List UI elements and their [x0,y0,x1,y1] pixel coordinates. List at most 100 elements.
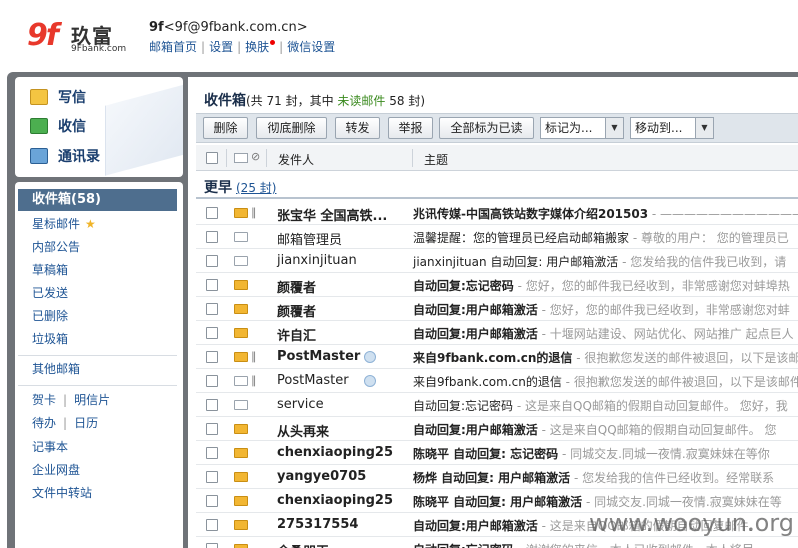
contacts-button[interactable]: 通讯录 [30,145,100,167]
row-subject[interactable]: 自动回复:用户邮箱激活 - 十堰网站建设、网站优化、网站推广 起点巨人 [413,325,794,342]
row-subject[interactable]: 陈晓平 自动回复: 用户邮箱激活 - 同城交友.同城一夜情.寂寞妹妹在等 [413,493,782,510]
row-sender: 颜覆者 [277,305,317,320]
row-checkbox[interactable] [206,447,218,459]
row-checkbox[interactable] [206,423,218,435]
unread-envelope-icon [234,448,248,458]
wechat-settings-link[interactable]: 微信设置 [287,40,335,54]
sidebar-item-spam[interactable]: 垃圾箱 [18,328,177,350]
column-divider [226,149,227,167]
attachment-icon: ∥ [251,350,257,363]
contacts-label: 通讯录 [58,149,100,165]
sidebar-row-todo: 待办 | 日历 [18,412,177,434]
sidebar-item-netdisk[interactable]: 企业网盘 [18,459,177,481]
mark-all-read-button[interactable]: 全部标为已读 [439,117,534,139]
receive-label: 收信 [58,119,86,135]
table-row[interactable]: 颜覆者 自动回复:忘记密码 - 您好，您的邮件我已经收到，非常感谢您对蚌埠热 [196,273,798,297]
sidebar-item-calendar[interactable]: 日历 [74,416,98,430]
row-subject[interactable]: 自动回复:用户邮箱激活 - 这是来自QQ邮箱的假期自动回复邮件。 您 [413,421,776,438]
table-row[interactable]: ∥ 张宝华 全国高铁... 兆讯传媒-中国高铁站数字媒体介绍201503 - ———… [196,201,798,225]
row-checkbox[interactable] [206,231,218,243]
mark-as-select[interactable]: 标记为... ▼ [540,117,624,139]
table-row[interactable]: 从头再来 自动回复:用户邮箱激活 - 这是来自QQ邮箱的假期自动回复邮件。 您 [196,417,798,441]
table-row[interactable]: ∥ PostMaster 来自9fbank.com.cn的退信 - 很抱歉您发送的邮… [196,369,798,393]
row-preview: - 尊敬的用户： 您的管理员已 [629,231,789,245]
table-row[interactable]: jianxinjituan jianxinjituan 自动回复: 用户邮箱激活 … [196,249,798,273]
row-subject[interactable]: 来自9fbank.com.cn的退信 - 很抱歉您发送的邮件被退回，以下是该邮件 [413,373,798,390]
row-subject[interactable]: 陈晓平 自动回复: 忘记密码 - 同城交友.同城一夜情.寂寞妹妹在等你 [413,445,770,462]
row-checkbox[interactable] [206,543,218,548]
table-row[interactable]: service 自动回复:忘记密码 - 这是来自QQ邮箱的假期自动回复邮件。 您好… [196,393,798,417]
row-checkbox[interactable] [206,495,218,507]
sidebar-item-drafts[interactable]: 草稿箱 [18,259,177,281]
delete-button[interactable]: 删除 [203,117,248,139]
chevron-down-icon: ▼ [695,118,713,138]
unread-envelope-icon [234,304,248,314]
row-subject[interactable]: 自动回复:忘记密码 - 谢谢您的来信，本人已收到邮件，本人将尽 [413,541,754,548]
report-button[interactable]: 举报 [388,117,433,139]
divider: | [201,40,206,54]
read-envelope-icon [234,232,248,242]
row-checkbox[interactable] [206,399,218,411]
sidebar-item-announcements[interactable]: 内部公告 [18,236,177,258]
read-envelope-icon [234,256,248,266]
table-row[interactable]: 颜覆者 自动回复:用户邮箱激活 - 您好，您的邮件我已经收到，非常感谢您对蚌 [196,297,798,321]
row-checkbox[interactable] [206,255,218,267]
group-divider [196,197,798,199]
sidebar-item-starred[interactable]: 星标邮件 ★ [18,213,177,235]
column-sender[interactable]: 发件人 [278,151,314,168]
row-subject[interactable]: 兆讯传媒-中国高铁站数字媒体介绍201503 - ———————————— 全面 [413,205,798,222]
move-to-select[interactable]: 移动到... ▼ [630,117,714,139]
attachment-icon: ∥ [251,374,257,387]
unread-link[interactable]: 未读邮件 [337,94,385,108]
table-row[interactable]: 许自汇 自动回复:用户邮箱激活 - 十堰网站建设、网站优化、网站推广 起点巨人 [196,321,798,345]
row-subject[interactable]: 杨烨 自动回复: 用户邮箱激活 - 您发给我的信件已经收到。经常联系 [413,469,774,486]
row-checkbox[interactable] [206,207,218,219]
settings-link[interactable]: 设置 [209,40,233,54]
row-subject-text: 杨烨 自动回复: 用户邮箱激活 [413,471,571,485]
envelope-decoration [105,84,183,176]
row-subject[interactable]: 温馨提醒：您的管理员已经启动邮箱搬家 - 尊敬的用户： 您的管理员已 [413,229,789,246]
sidebar-item-sent[interactable]: 已发送 [18,282,177,304]
sidebar-item-deleted[interactable]: 已删除 [18,305,177,327]
sidebar-item-postcard[interactable]: 明信片 [74,393,110,407]
sidebar-item-greeting-card[interactable]: 贺卡 [32,393,56,407]
row-subject-text: 来自9fbank.com.cn的退信 [413,351,573,365]
sidebar-item-inbox[interactable]: 收件箱(58) [18,189,177,211]
row-checkbox[interactable] [206,375,218,387]
purge-button[interactable]: 彻底删除 [256,117,327,139]
row-checkbox[interactable] [206,519,218,531]
row-sender: 颜覆者 [277,281,317,296]
table-row[interactable]: chenxiaoping25 陈晓平 自动回复: 忘记密码 - 同城交友.同城一夜… [196,441,798,465]
row-subject[interactable]: 自动回复:忘记密码 - 这是来自QQ邮箱的假期自动回复邮件。 您好，我 [413,397,788,414]
row-subject[interactable]: 自动回复:忘记密码 - 您好，您的邮件我已经收到，非常感谢您对蚌埠热 [413,277,790,294]
skin-link[interactable]: 换肤 [245,40,269,54]
column-subject[interactable]: 主题 [424,151,448,168]
sidebar-item-file-transfer[interactable]: 文件中转站 [18,482,177,504]
row-subject[interactable]: 自动回复:用户邮箱激活 - 您好，您的邮件我已经收到，非常感谢您对蚌 [413,301,790,318]
row-checkbox[interactable] [206,327,218,339]
table-row[interactable]: ∥ PostMaster 来自9fbank.com.cn的退信 - 很抱歉您发送的邮… [196,345,798,369]
table-row[interactable]: 邮箱管理员 温馨提醒：您的管理员已经启动邮箱搬家 - 尊敬的用户： 您的管理员已 [196,225,798,249]
row-sender: yangye0705 [277,469,367,484]
logo-domain: 9Fbank.com [71,44,127,54]
receive-button[interactable]: 收信 [30,115,86,137]
row-checkbox[interactable] [206,471,218,483]
logo[interactable]: 9f 玖富 9Fbank.com [27,18,127,56]
table-row[interactable]: yangye0705 杨烨 自动回复: 用户邮箱激活 - 您发给我的信件已经收到。… [196,465,798,489]
row-sender: 许自汇 [277,329,317,344]
write-button[interactable]: 写信 [30,86,86,108]
sidebar-item-notes[interactable]: 记事本 [18,436,177,458]
row-checkbox[interactable] [206,351,218,363]
select-all-checkbox[interactable] [206,152,218,164]
row-checkbox[interactable] [206,303,218,315]
row-subject[interactable]: jianxinjituan 自动回复: 用户邮箱激活 - 您发给我的信件我已收到… [413,253,786,270]
sidebar-item-todo[interactable]: 待办 [32,416,56,430]
group-count-link[interactable]: (25 封) [236,181,276,195]
table-row[interactable]: 余桑朋玉 自动回复:忘记密码 - 谢谢您的来信，本人已收到邮件，本人将尽 [196,537,798,548]
row-checkbox[interactable] [206,279,218,291]
row-subject[interactable]: 来自9fbank.com.cn的退信 - 很抱歉您发送的邮件被退回，以下是该邮 [413,349,798,366]
sidebar-item-other-mailbox[interactable]: 其他邮箱 [18,358,177,380]
row-preview: - 您发给我的信件已经收到。经常联系 [570,471,775,485]
forward-button[interactable]: 转发 [335,117,380,139]
mail-home-link[interactable]: 邮箱首页 [149,40,197,54]
